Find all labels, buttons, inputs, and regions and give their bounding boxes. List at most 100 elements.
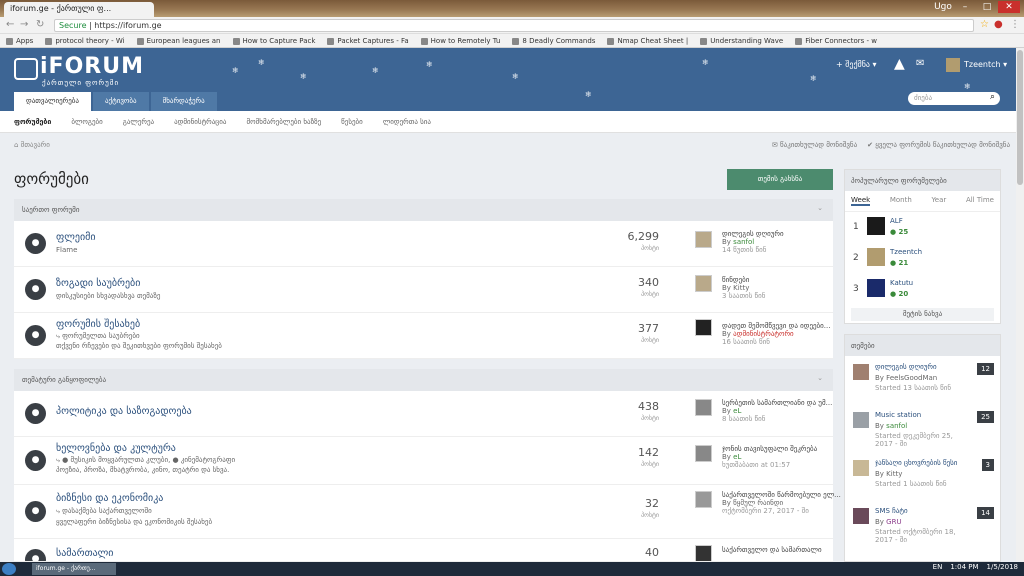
user-avatar[interactable] xyxy=(946,58,960,72)
topic-title[interactable]: SMS ჩატი xyxy=(875,507,970,515)
address-bar[interactable]: Secure | https://iforum.ge xyxy=(54,19,974,32)
leader-name[interactable]: Katutu xyxy=(890,279,913,287)
messages-icon[interactable]: ✉ xyxy=(916,58,924,69)
collapse-icon[interactable]: ⌄ xyxy=(817,204,823,212)
bookmark[interactable]: European leagues an xyxy=(137,37,221,45)
scrollbar-thumb[interactable] xyxy=(1017,50,1023,185)
collapse-icon[interactable]: ⌄ xyxy=(817,374,823,382)
window-user[interactable]: Ugo xyxy=(932,1,954,13)
topic-item[interactable]: SMS ჩატი By GRU Started ოქტომბერი 18, 20… xyxy=(845,500,1000,548)
forum-title[interactable]: ფორუმის შესახებ xyxy=(56,319,140,330)
last-post-title[interactable]: ჯონის თავისუფალი შეკრება xyxy=(722,445,817,453)
last-poster-avatar[interactable] xyxy=(695,275,712,292)
leaders-more-button[interactable]: მეტის ნახვა xyxy=(851,308,994,321)
new-topic-button[interactable]: თემის გახსნა xyxy=(727,169,833,190)
tab-all-time[interactable]: All Time xyxy=(966,196,994,206)
subnav-blogs[interactable]: ბლოგები xyxy=(71,118,102,126)
section-header[interactable]: საერთო ფორუმი ⌄ xyxy=(14,199,833,221)
leader-avatar[interactable] xyxy=(867,248,885,266)
last-poster-avatar[interactable] xyxy=(695,399,712,416)
bookmark[interactable]: How to Remotely Tu xyxy=(421,37,501,45)
subforum-links[interactable]: ⤷ დასაქმება საქართველოში xyxy=(56,507,152,516)
page-scrollbar[interactable] xyxy=(1016,48,1024,562)
tab-support[interactable]: მხარდაჭერა xyxy=(150,92,217,111)
subforum-links[interactable]: ⤷ ფორუმელთა საუბრები xyxy=(56,332,140,341)
forum-title[interactable]: ხელოვნება და კულტურა xyxy=(56,443,176,454)
topic-title[interactable]: ჯანსაღი ცხოვრების წესი xyxy=(875,459,970,467)
forum-row[interactable]: ● ფლეიმი Flame 6,299 პოსტი დილეგის დღიურ… xyxy=(14,221,833,267)
close-icon[interactable]: ✕ xyxy=(998,1,1020,13)
last-post-title[interactable]: სერბეთის სამართლიანი და უმ... xyxy=(722,399,832,407)
last-poster-avatar[interactable] xyxy=(695,319,712,336)
user-menu[interactable]: Tzeentch ▾ xyxy=(964,60,1007,69)
topic-avatar[interactable] xyxy=(853,412,869,428)
subnav-rules[interactable]: წესები xyxy=(341,118,363,126)
clock-date[interactable]: 1/5/2018 xyxy=(987,563,1018,571)
subnav-online-users[interactable]: მომხმარებლები ხაზზე xyxy=(246,118,321,126)
search-input[interactable]: ძიება ⌕ xyxy=(908,92,1000,105)
last-poster-avatar[interactable] xyxy=(695,231,712,248)
last-poster-avatar[interactable] xyxy=(695,545,712,561)
tab-week[interactable]: Week xyxy=(851,196,871,206)
topic-title[interactable]: დილეგის დღიური xyxy=(875,363,970,371)
leader-row[interactable]: 1 ALF ● 25 xyxy=(845,212,1000,243)
taskbar-app[interactable]: iforum.ge - ქართუ... xyxy=(32,563,116,575)
subnav-forums[interactable]: ფორუმები xyxy=(14,118,51,126)
bookmark[interactable]: protocol theory - Wi xyxy=(45,37,124,45)
star-icon[interactable]: ☆ xyxy=(980,19,989,30)
topic-title[interactable]: Music station xyxy=(875,411,970,419)
bookmark[interactable]: Apps xyxy=(6,37,33,45)
tab-month[interactable]: Month xyxy=(890,196,912,206)
maximize-icon[interactable]: □ xyxy=(976,1,998,13)
topic-item[interactable]: დილეგის დღიური By FeelsGoodMan Started 1… xyxy=(845,356,1000,404)
language-indicator[interactable]: EN xyxy=(933,563,943,571)
browser-tab[interactable]: iforum.ge - ქართული ფ... xyxy=(4,2,154,17)
last-post-title[interactable]: დადეთ შემომწვევი და იდეები... xyxy=(722,322,830,330)
leader-row[interactable]: 2 Tzeentch ● 21 xyxy=(845,243,1000,274)
leader-avatar[interactable] xyxy=(867,217,885,235)
menu-icon[interactable]: ⋮ xyxy=(1010,19,1020,30)
clock-time[interactable]: 1:04 PM xyxy=(950,563,978,571)
forum-title[interactable]: პოლიტიკა და საზოგადოება xyxy=(56,406,192,417)
bookmark[interactable]: Understanding Wave xyxy=(700,37,783,45)
minimize-icon[interactable]: – xyxy=(954,1,976,13)
last-post-title[interactable]: საქართველოში წარმოებული ელ... xyxy=(722,491,841,499)
topic-item[interactable]: Music station By sanfol Started დეკემბერ… xyxy=(845,404,1000,452)
leader-name[interactable]: Tzeentch xyxy=(890,248,922,256)
last-post-user[interactable]: წყმულ რაინდი xyxy=(733,499,783,507)
mark-read-link[interactable]: ✉ წაკითხულად მონიშვნა xyxy=(772,141,857,149)
forum-row[interactable]: ● ბიზნესი და ეკონომიკა ⤷ დასაქმება საქარ… xyxy=(14,485,841,539)
forum-title[interactable]: ფლეიმი xyxy=(56,232,96,243)
last-post-user[interactable]: eL xyxy=(733,407,741,415)
notifications-icon[interactable]: ▲ xyxy=(894,56,905,72)
tab-activity[interactable]: აქტივობა xyxy=(92,92,149,111)
last-post-title[interactable]: დილეგის დღიური xyxy=(722,230,784,238)
subforum-links[interactable]: ⤷ ● მუსიკის მოყვარულთა კლუბი, ● კინემატო… xyxy=(56,456,235,465)
last-post-user[interactable]: sanfol xyxy=(733,238,754,246)
forum-row[interactable]: ● სამართალი 40 საქართველო და სამართალი xyxy=(14,539,833,562)
search-icon[interactable]: ⌕ xyxy=(990,92,995,102)
last-post-user[interactable]: ადმინისტრატორი xyxy=(733,330,793,338)
back-icon[interactable]: ← xyxy=(6,19,14,30)
breadcrumb[interactable]: ⌂ მთავარი xyxy=(14,141,50,149)
leader-row[interactable]: 3 Katutu ● 20 xyxy=(845,274,1000,305)
section-header[interactable]: თემატური განყოფილება ⌄ xyxy=(14,369,833,391)
last-post-title[interactable]: საქართველო და სამართალი xyxy=(722,546,822,554)
forum-row[interactable]: ● ზოგადი საუბრები დისკუსიები სხვადასხვა … xyxy=(14,267,833,313)
forward-icon[interactable]: → xyxy=(20,19,28,30)
tab-year[interactable]: Year xyxy=(931,196,946,206)
leader-name[interactable]: ALF xyxy=(890,217,903,225)
last-post-title[interactable]: წინდები xyxy=(722,276,765,284)
reload-icon[interactable]: ↻ xyxy=(36,19,44,30)
subnav-staff[interactable]: ადმინისტრაცია xyxy=(174,118,226,126)
last-post-user[interactable]: eL xyxy=(733,453,741,461)
mark-all-read-link[interactable]: ✔ ყველა ფორუმის წაკითხულად მონიშვნა xyxy=(867,141,1010,149)
create-menu[interactable]: + შექმნა ▾ xyxy=(836,60,877,69)
forum-row[interactable]: ● ხელოვნება და კულტურა ⤷ ● მუსიკის მოყვა… xyxy=(14,437,833,485)
forum-title[interactable]: ბიზნესი და ეკონომიკა xyxy=(56,493,163,504)
start-button[interactable] xyxy=(2,563,16,575)
last-poster-avatar[interactable] xyxy=(695,491,712,508)
topic-avatar[interactable] xyxy=(853,364,869,380)
bookmark[interactable]: Packet Captures - Fa xyxy=(327,37,408,45)
last-post-user[interactable]: Kitty xyxy=(733,284,749,292)
